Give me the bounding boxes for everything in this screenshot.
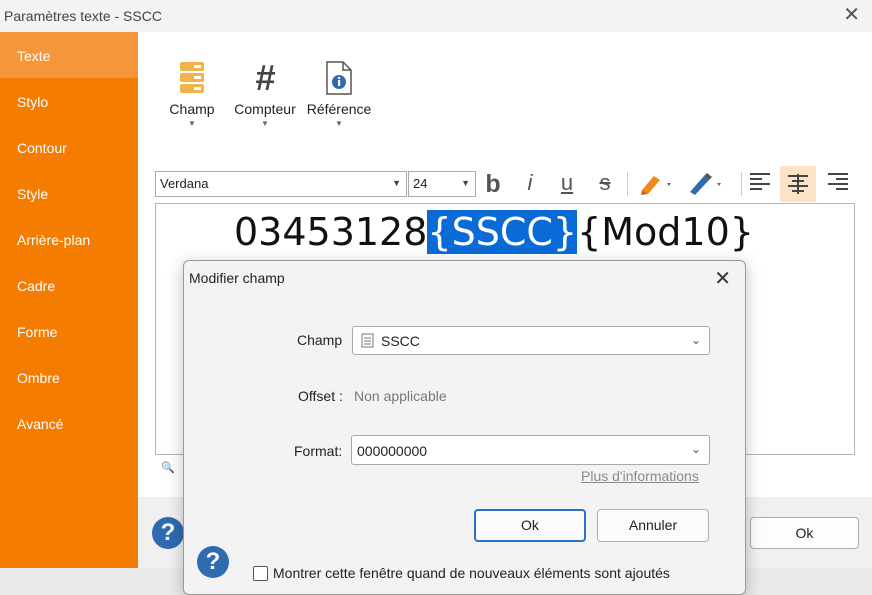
- zoom-icon[interactable]: 🔍: [161, 461, 175, 474]
- font-family-value: Verdana: [160, 176, 209, 191]
- sidebar-item-contour[interactable]: Contour: [0, 124, 138, 170]
- close-icon[interactable]: ✕: [843, 4, 860, 26]
- window-title: Paramètres texte - SSCC: [4, 8, 162, 24]
- title-bar: Paramètres texte - SSCC ✕: [0, 0, 872, 32]
- offset-value: Non applicable: [354, 388, 447, 404]
- sidebar-item-stylo[interactable]: Stylo: [0, 78, 138, 124]
- modify-field-dialog: Modifier champ ✕ Champ SSCC ⌄ Offset : N…: [183, 260, 746, 595]
- editor-selected-field[interactable]: {SSCC}: [427, 210, 578, 254]
- champ-select[interactable]: SSCC ⌄: [352, 326, 710, 355]
- compteur-tool-button[interactable]: # Compteur ▼: [230, 55, 300, 128]
- sidebar: Texte Stylo Contour Style Arrière-plan C…: [0, 32, 138, 568]
- strikethrough-icon[interactable]: s: [593, 170, 617, 198]
- bold-icon[interactable]: b: [481, 170, 505, 198]
- align-left-icon[interactable]: [747, 170, 773, 198]
- format-combobox[interactable]: 000000000 ⌄: [351, 435, 710, 465]
- format-value: 000000000: [357, 443, 428, 459]
- cancel-button[interactable]: Annuler: [597, 509, 709, 542]
- field-doc-icon: [361, 333, 374, 351]
- format-label: Format:: [294, 443, 343, 459]
- chevron-down-icon: ⌄: [690, 442, 701, 456]
- toolbar-divider: [741, 172, 742, 196]
- align-center-icon[interactable]: [780, 166, 816, 202]
- checkbox-label: Montrer cette fenêtre quand de nouveaux …: [273, 565, 670, 581]
- more-info-link[interactable]: Plus d'informations: [581, 468, 699, 484]
- font-size-value: 24: [413, 176, 428, 191]
- editor-suffix[interactable]: {Mod10}: [577, 210, 754, 254]
- sidebar-item-forme[interactable]: Forme: [0, 308, 138, 354]
- compteur-tool-label: Compteur: [234, 101, 296, 117]
- champ-value: SSCC: [381, 333, 420, 349]
- help-icon[interactable]: ?: [197, 546, 229, 578]
- sidebar-item-ombre[interactable]: Ombre: [0, 354, 138, 400]
- editor-prefix: 03453128: [234, 210, 428, 254]
- champ-tool-label: Champ: [169, 101, 215, 117]
- font-size-select[interactable]: 24 ▼: [408, 171, 476, 197]
- format-toolbar: Verdana ▼ 24 ▼ b i u s: [155, 166, 855, 202]
- hash-icon: #: [254, 57, 276, 98]
- chevron-down-icon: ▼: [188, 119, 196, 128]
- sidebar-item-style[interactable]: Style: [0, 170, 138, 216]
- align-right-icon[interactable]: [825, 170, 851, 198]
- champ-label: Champ: [297, 332, 343, 348]
- sidebar-item-avance[interactable]: Avancé: [0, 400, 138, 446]
- toolbar-divider: [627, 172, 628, 196]
- reference-tool-button[interactable]: Référence ▼: [304, 55, 374, 128]
- chevron-down-icon: ▼: [392, 178, 401, 188]
- editor-text: 03453128{SSCC}{Mod10}: [234, 210, 754, 254]
- font-family-select[interactable]: Verdana ▼: [155, 171, 407, 197]
- field-stack-icon: [163, 55, 221, 101]
- ok-button[interactable]: Ok: [750, 517, 859, 549]
- chevron-down-icon: ▼: [335, 119, 343, 128]
- chevron-down-icon: ⌄: [690, 333, 701, 347]
- chevron-down-icon: ▼: [261, 119, 269, 128]
- help-icon[interactable]: ?: [152, 517, 184, 549]
- text-color-icon[interactable]: [685, 170, 727, 198]
- document-info-icon: [304, 55, 374, 101]
- dialog-title: Modifier champ: [189, 270, 285, 286]
- underline-icon[interactable]: u: [555, 170, 579, 198]
- show-dialog-checkbox[interactable]: [253, 566, 268, 581]
- dialog-ok-button[interactable]: Ok: [474, 509, 586, 542]
- offset-label: Offset :: [298, 388, 343, 404]
- sidebar-item-texte[interactable]: Texte: [0, 32, 138, 78]
- sidebar-item-arriere-plan[interactable]: Arrière-plan: [0, 216, 138, 262]
- close-icon[interactable]: ✕: [714, 266, 731, 291]
- highlight-color-icon[interactable]: [637, 170, 677, 198]
- champ-tool-button[interactable]: Champ ▼: [163, 55, 221, 128]
- sidebar-item-cadre[interactable]: Cadre: [0, 262, 138, 308]
- chevron-down-icon: ▼: [461, 178, 470, 188]
- reference-tool-label: Référence: [306, 101, 372, 117]
- italic-icon[interactable]: i: [519, 170, 541, 198]
